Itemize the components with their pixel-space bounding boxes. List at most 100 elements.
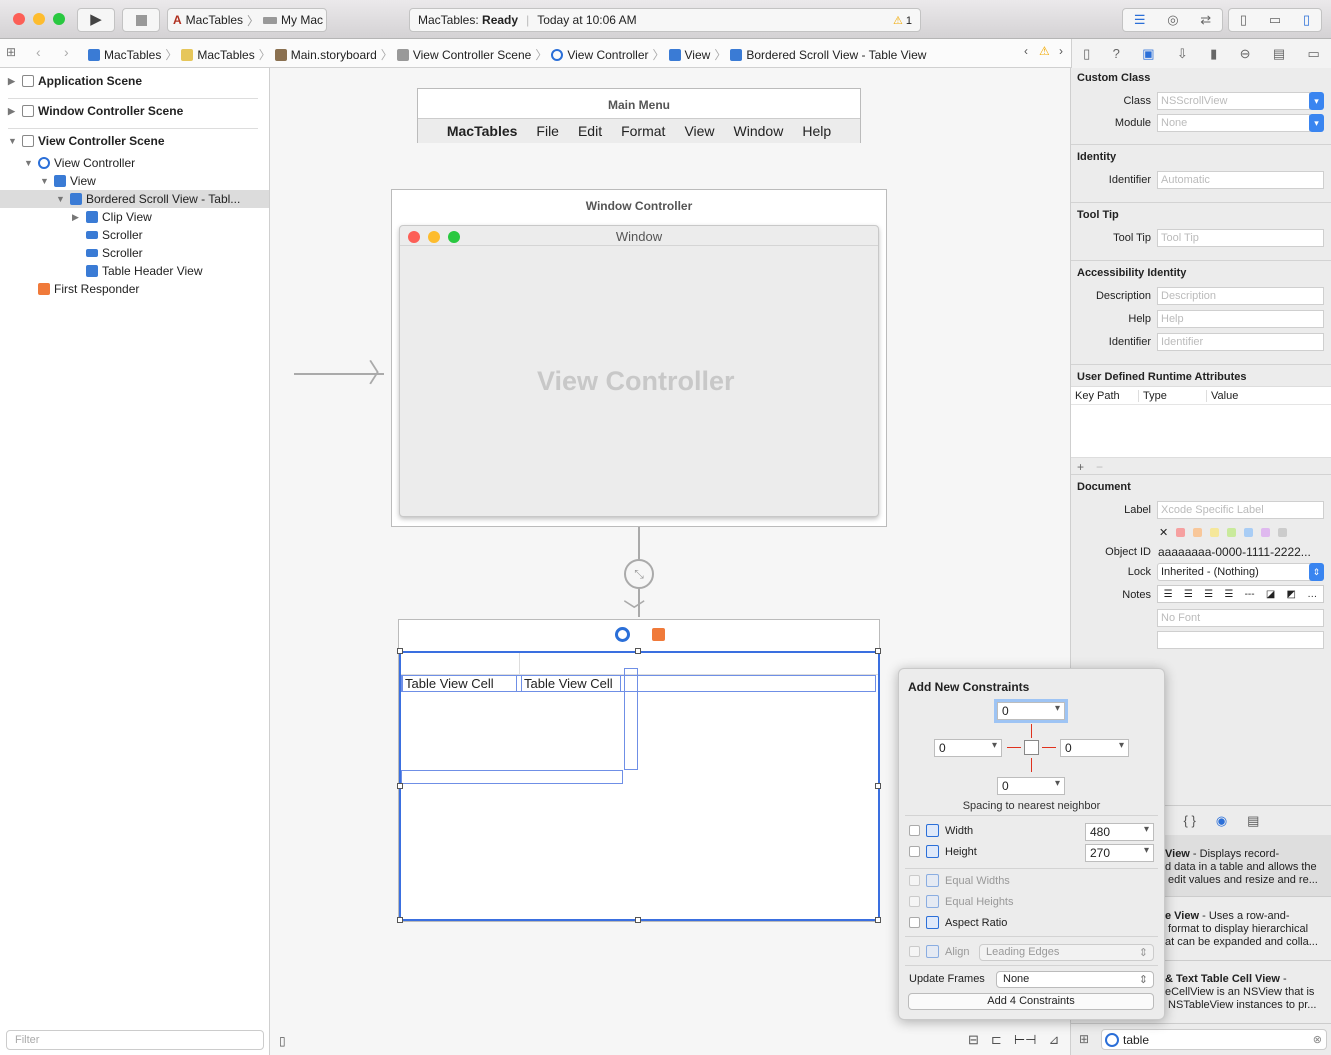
close-window-button[interactable] <box>13 13 25 25</box>
remove-attribute-button[interactable]: − <box>1096 460 1103 474</box>
color-swatch-green[interactable] <box>1227 528 1237 537</box>
trailing-spacing-field[interactable]: 0 <box>1060 739 1129 757</box>
natural-align-icon[interactable]: --- <box>1245 589 1255 600</box>
table-view-cell[interactable]: Table View Cell <box>521 675 621 692</box>
clear-color-icon[interactable]: ✕ <box>1159 526 1168 539</box>
resize-handle[interactable] <box>875 648 881 654</box>
forward-button[interactable]: › <box>64 44 69 60</box>
minimize-window-button[interactable] <box>33 13 45 25</box>
resolve-issues-icon[interactable]: ⊿ <box>1048 1032 1059 1048</box>
class-dropdown-button[interactable]: ▾ <box>1309 92 1324 110</box>
menu-item-view[interactable]: View <box>684 123 714 139</box>
resize-handle[interactable] <box>635 648 641 654</box>
previous-issue-button[interactable]: ‹ <box>1024 44 1028 58</box>
font-field[interactable]: No Font <box>1157 609 1324 627</box>
accessibility-identifier-field[interactable]: Identifier <box>1157 333 1324 351</box>
module-dropdown-button[interactable]: ▾ <box>1309 114 1324 132</box>
menu-item-file[interactable]: File <box>536 123 559 139</box>
color-swatch-blue[interactable] <box>1244 528 1254 537</box>
top-spacing-field[interactable]: 0 <box>997 702 1065 720</box>
resize-handle[interactable] <box>875 917 881 923</box>
standard-editor-icon[interactable]: ☰ <box>1134 12 1146 28</box>
color-icon[interactable]: ◩ <box>1287 589 1296 600</box>
outline-item-first-responder[interactable]: First Responder <box>38 280 139 298</box>
menu-item-mactables[interactable]: MacTables <box>447 123 518 139</box>
effects-inspector-icon[interactable]: ▭ <box>1308 46 1320 62</box>
color-swatch-purple[interactable] <box>1261 528 1271 537</box>
resize-handle[interactable] <box>875 783 881 789</box>
outline-item-scroller[interactable]: Scroller <box>86 226 143 244</box>
bordered-scroll-view-selected[interactable]: Table View Cell Table View Cell <box>399 651 880 921</box>
zoom-window-button[interactable] <box>53 13 65 25</box>
help-field[interactable]: Help <box>1157 310 1324 328</box>
table-view-cell[interactable]: Table View Cell <box>402 675 517 692</box>
top-constraint-strut[interactable] <box>1031 724 1032 738</box>
resize-handle[interactable] <box>397 783 403 789</box>
outline-item-window-controller-scene[interactable]: ▶ Window Controller Scene <box>8 102 183 120</box>
library-item-outline-view[interactable]: e View - Uses a row-and- format to displ… <box>1165 910 1330 949</box>
runtime-attributes-table[interactable]: Key Path Type Value <box>1071 386 1331 458</box>
column-value[interactable]: Value <box>1207 390 1238 402</box>
height-field[interactable]: 270 <box>1085 844 1154 862</box>
notes-text-area[interactable] <box>1157 631 1324 649</box>
media-library-icon[interactable]: ▤ <box>1247 813 1259 829</box>
utilities-toggle-icon[interactable]: ▯ <box>1303 12 1310 28</box>
file-inspector-icon[interactable]: ▯ <box>1083 46 1090 62</box>
add-constraints-icon[interactable]: ⊢⊣ <box>1014 1032 1037 1048</box>
assistant-editor-icon[interactable]: ◎ <box>1167 12 1178 28</box>
menu-item-help[interactable]: Help <box>802 123 831 139</box>
window-controller-scene[interactable]: Window Controller Window <box>391 189 887 527</box>
breadcrumb-item[interactable]: MacTables <box>104 48 161 62</box>
segue-icon[interactable]: ⤡ <box>624 559 654 589</box>
breadcrumb-item[interactable]: View Controller Scene <box>413 48 532 62</box>
object-library-icon[interactable]: ◉ <box>1216 813 1227 829</box>
align-right-icon[interactable]: ☰ <box>1204 589 1213 600</box>
menu-item-window[interactable]: Window <box>734 123 784 139</box>
code-snippet-library-icon[interactable]: { } <box>1184 813 1196 828</box>
label-color-picker[interactable]: ✕ <box>1159 526 1288 539</box>
lock-popup[interactable]: Inherited - (Nothing) <box>1157 563 1324 581</box>
bindings-inspector-icon[interactable]: ▤ <box>1273 46 1285 62</box>
related-items-icon[interactable]: ⊞ <box>6 45 16 59</box>
color-swatch-red[interactable] <box>1176 528 1186 537</box>
menu-item-edit[interactable]: Edit <box>578 123 602 139</box>
lock-popup-arrows[interactable]: ⇕ <box>1309 563 1324 581</box>
identifier-field[interactable]: Automatic <box>1157 171 1324 189</box>
column-type[interactable]: Type <box>1139 389 1207 402</box>
vertical-scroller[interactable] <box>624 668 638 770</box>
version-editor-icon[interactable]: ⇄ <box>1200 12 1211 28</box>
update-frames-popup[interactable]: None ⇕ <box>996 971 1154 988</box>
width-field[interactable]: 480 <box>1085 823 1154 841</box>
view-controller-dock-icon[interactable] <box>615 627 630 642</box>
outline-item-application-scene[interactable]: ▶ Application Scene <box>8 72 142 90</box>
more-icon[interactable]: … <box>1307 589 1317 600</box>
debug-toggle-icon[interactable]: ▭ <box>1269 12 1281 28</box>
outline-item-bordered-scroll-view[interactable]: ▼ Bordered Scroll View - Tabl... <box>56 190 240 208</box>
breadcrumb-item[interactable]: View <box>685 48 711 62</box>
description-field[interactable]: Description <box>1157 287 1324 305</box>
class-field[interactable]: NSScrollView <box>1157 92 1310 110</box>
first-responder-dock-icon[interactable] <box>652 628 665 641</box>
document-outline-toggle-icon[interactable]: ▯ <box>279 1034 286 1048</box>
scheme-selector[interactable]: A MacTables 〉 My Mac <box>167 8 327 32</box>
align-checkbox[interactable] <box>909 946 920 957</box>
justify-icon[interactable]: ☰ <box>1224 589 1233 600</box>
resize-handle[interactable] <box>635 917 641 923</box>
warning-indicator[interactable]: ⚠ 1 <box>893 14 912 27</box>
equal-widths-checkbox[interactable] <box>909 875 920 886</box>
notes-format-bar[interactable]: ☰ ☰ ☰ ☰ --- ◪ ◩… <box>1157 585 1324 603</box>
document-label-field[interactable]: Xcode Specific Label <box>1157 501 1324 519</box>
grid-view-toggle-icon[interactable]: ⊞ <box>1079 1032 1089 1046</box>
tooltip-field[interactable]: Tool Tip <box>1157 229 1324 247</box>
equal-heights-checkbox[interactable] <box>909 896 920 907</box>
outline-item-scroller[interactable]: Scroller <box>86 244 143 262</box>
color-swatch-yellow[interactable] <box>1210 528 1220 537</box>
filter-input[interactable]: Filter <box>6 1030 264 1050</box>
connections-inspector-icon[interactable]: ⊖ <box>1240 46 1251 62</box>
leading-spacing-field[interactable]: 0 <box>934 739 1002 757</box>
attributes-inspector-icon[interactable]: ⇩ <box>1177 46 1188 62</box>
clear-search-icon[interactable]: ⊗ <box>1313 1033 1322 1046</box>
library-item-image-text-cell[interactable]: & Text Table Cell View - eCellView is an… <box>1165 973 1330 1012</box>
add-attribute-button[interactable]: + <box>1077 460 1084 474</box>
navigator-toggle-icon[interactable]: ▯ <box>1240 12 1247 28</box>
